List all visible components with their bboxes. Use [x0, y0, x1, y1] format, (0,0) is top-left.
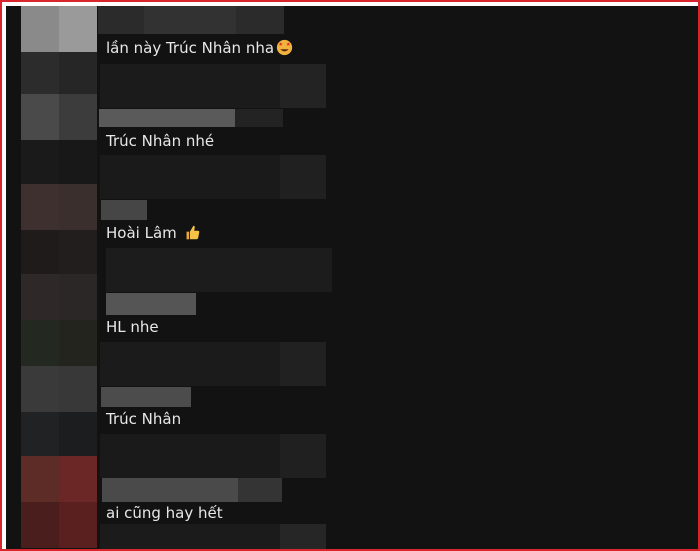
avatar-1[interactable]	[59, 52, 97, 98]
avatar-2[interactable]	[59, 94, 97, 140]
avatar-5[interactable]	[59, 366, 97, 412]
comment-1: lần này Trúc Nhân nha	[106, 38, 293, 58]
censored-name-block	[101, 200, 147, 220]
star-struck-face-icon	[276, 39, 293, 56]
avatar-3[interactable]	[21, 184, 59, 230]
avatar-column	[21, 6, 97, 549]
comment-2: Trúc Nhân nhé	[106, 131, 214, 151]
comment-3: Hoài Lâm	[106, 223, 201, 243]
comment-6-text: ai cũng hay hết	[106, 504, 223, 522]
avatar-3[interactable]	[59, 184, 97, 230]
thumbs-up-icon	[186, 225, 199, 240]
comment-4-text: HL nhe	[106, 318, 159, 336]
comment-5: Trúc Nhân	[106, 409, 181, 429]
avatar-5[interactable]	[21, 366, 59, 412]
avatar-3[interactable]	[59, 230, 97, 276]
avatar-2[interactable]	[21, 140, 59, 186]
avatar-2[interactable]	[21, 94, 59, 140]
comment-3-text: Hoài Lâm	[106, 224, 182, 242]
comment-1-text: lần này Trúc Nhân nha	[106, 39, 275, 57]
avatar-4[interactable]	[21, 274, 59, 320]
avatar-2[interactable]	[59, 140, 97, 186]
avatar-1[interactable]	[21, 52, 59, 98]
avatar-5[interactable]	[59, 412, 97, 458]
censored-content-block	[280, 524, 326, 549]
censored-name-block	[99, 109, 235, 127]
avatar-4[interactable]	[59, 274, 97, 320]
avatar-4[interactable]	[59, 320, 97, 366]
censored-name-block	[238, 478, 282, 502]
censored-content-block	[280, 155, 326, 199]
comment-5-text: Trúc Nhân	[106, 410, 182, 428]
comment-6: ai cũng hay hết	[106, 503, 223, 523]
avatar-1[interactable]	[21, 6, 59, 52]
avatar-4[interactable]	[21, 320, 59, 366]
avatar-6[interactable]	[21, 456, 59, 502]
comment-2-text: Trúc Nhân nhé	[106, 132, 215, 150]
censored-content-block	[280, 342, 326, 386]
censored-content-block	[106, 248, 332, 292]
avatar-6[interactable]	[21, 502, 59, 548]
avatar-3[interactable]	[21, 230, 59, 276]
comment-4: HL nhe	[106, 317, 159, 337]
censored-name-block	[101, 387, 191, 407]
censored-content-block	[280, 64, 326, 108]
comment-thread: lần này Trúc Nhân nha Trúc Nhân nhé Hoài…	[6, 6, 698, 549]
avatar-5[interactable]	[21, 412, 59, 458]
avatar-1[interactable]	[59, 6, 97, 52]
censored-name-block	[235, 109, 283, 127]
screenshot-frame: lần này Trúc Nhân nha Trúc Nhân nhé Hoài…	[0, 0, 700, 551]
censored-name-block	[144, 6, 236, 34]
avatar-6[interactable]	[59, 456, 97, 502]
censored-name-block	[106, 293, 196, 315]
avatar-6[interactable]	[59, 502, 97, 548]
censored-content-block	[280, 434, 326, 478]
